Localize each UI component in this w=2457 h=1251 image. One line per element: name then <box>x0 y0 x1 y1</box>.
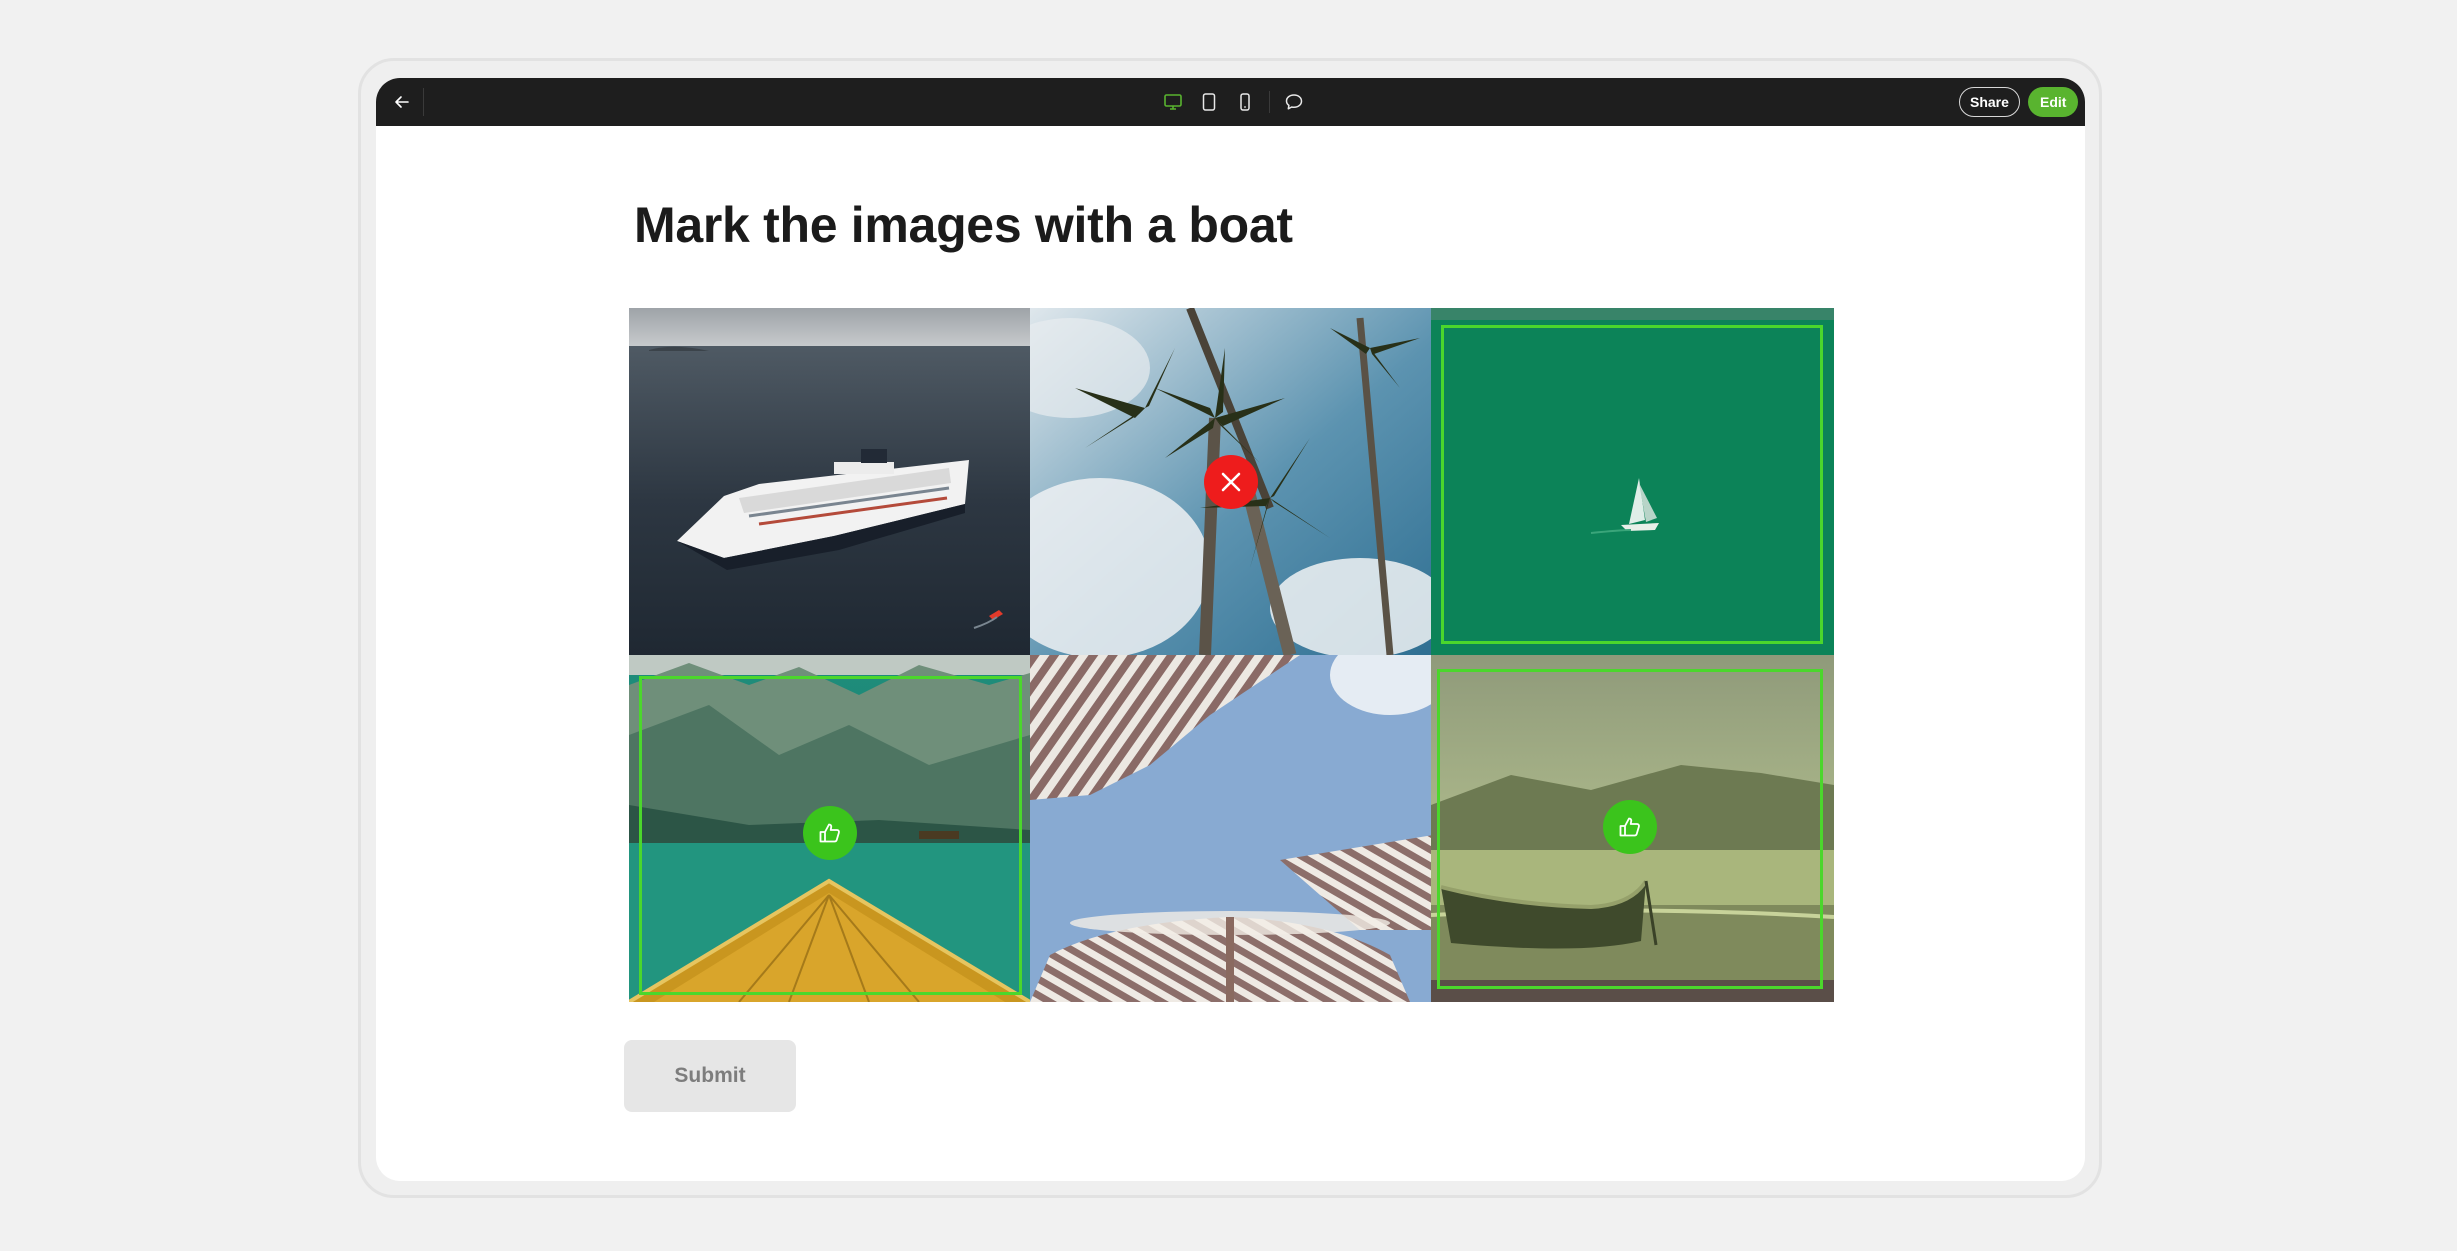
arrow-left-icon <box>395 96 409 108</box>
preview-toolbar: Share Edit <box>376 78 2085 126</box>
mobile-icon <box>1240 93 1250 111</box>
device-view-switcher <box>1159 88 1308 116</box>
umbrellas-image <box>1030 655 1431 1002</box>
mobile-view-button[interactable] <box>1231 88 1259 116</box>
approved-badge <box>803 806 857 860</box>
thumbs-up-icon <box>1619 817 1640 837</box>
toolbar-divider <box>1269 91 1270 113</box>
tablet-view-button[interactable] <box>1195 88 1223 116</box>
desktop-view-button[interactable] <box>1159 88 1187 116</box>
image-tile-lake-boat[interactable] <box>629 655 1030 1002</box>
rejected-badge <box>1204 455 1258 509</box>
page-title: Mark the images with a boat <box>634 197 1293 253</box>
close-icon <box>1221 472 1241 492</box>
share-button[interactable]: Share <box>1959 87 2020 117</box>
comment-icon <box>1285 94 1303 110</box>
thumbs-up-icon <box>819 823 840 843</box>
approved-badge <box>1603 800 1657 854</box>
submit-button[interactable]: Submit <box>624 1040 796 1112</box>
image-grid <box>629 308 1834 1002</box>
back-button[interactable] <box>388 88 416 116</box>
image-tile-beach-boat[interactable] <box>1431 655 1834 1002</box>
tablet-icon <box>1202 93 1216 111</box>
desktop-icon <box>1164 94 1182 110</box>
sailboat-image <box>1431 308 1834 655</box>
image-tile-umbrellas[interactable] <box>1030 655 1431 1002</box>
cruise-ship-image <box>629 308 1030 655</box>
toolbar-divider <box>423 88 424 116</box>
edit-button[interactable]: Edit <box>2028 87 2079 117</box>
preview-screen: Share Edit Mark the images with a boat S… <box>376 78 2085 1181</box>
image-tile-palm-trees[interactable] <box>1030 308 1431 655</box>
image-tile-cruise-ship[interactable] <box>629 308 1030 655</box>
image-tile-sailboat[interactable] <box>1431 308 1834 655</box>
comments-button[interactable] <box>1280 88 1308 116</box>
